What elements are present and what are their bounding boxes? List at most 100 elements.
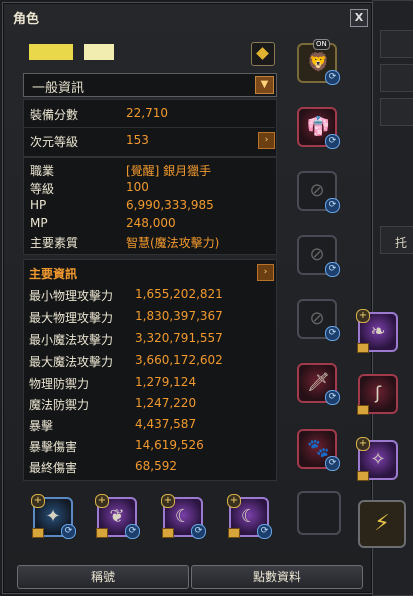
swap-icon[interactable]: ⟳	[325, 262, 340, 277]
stat-value: 1,830,397,367	[135, 309, 223, 323]
right-tab-1[interactable]	[380, 30, 413, 58]
stat-value: 14,619,526	[135, 438, 204, 452]
stat-label: HP	[30, 198, 47, 212]
equipment-slot-weapon[interactable]: 🗡 ⟳	[297, 363, 340, 405]
stat-value: 3,320,791,557	[135, 331, 223, 345]
swap-icon[interactable]: ⟳	[325, 390, 340, 405]
info-dropdown[interactable]: 一般資訊 ▼	[23, 73, 277, 97]
plus-icon[interactable]: +	[356, 309, 370, 323]
chest-icon	[357, 471, 369, 481]
stat-value: 4,437,587	[135, 417, 197, 431]
stat-label: MP	[30, 216, 48, 230]
equipment-slot-chest[interactable]: 👘 ⟳	[297, 107, 340, 149]
swap-icon[interactable]: ⟳	[325, 326, 340, 341]
swap-icon[interactable]: ⟳	[325, 456, 340, 471]
stat-row: 最小物理攻擊力 1,655,202,821	[29, 285, 269, 305]
right-tab-2[interactable]	[380, 64, 413, 92]
swap-icon[interactable]: ⟳	[257, 524, 272, 539]
stat-value: 1,247,220	[135, 396, 197, 410]
stat-value: 153	[126, 133, 149, 147]
paw-icon: 🐾	[307, 438, 330, 459]
equipment-slot-gloves[interactable]: ⊘ ⟳	[297, 235, 340, 277]
chest-icon	[96, 528, 108, 538]
ring-icon: ☾	[174, 506, 192, 527]
plus-icon[interactable]: +	[161, 494, 175, 508]
stat-label: 暴擊傷害	[29, 440, 78, 454]
armor-icon: 👘	[307, 116, 330, 137]
empty-slot-icon: ⊘	[309, 244, 325, 265]
stat-label: 最大物理攻擊力	[29, 311, 114, 325]
dropdown-label: 一般資訊	[32, 81, 85, 96]
dimension-detail-arrow[interactable]: ›	[258, 132, 275, 149]
plus-icon[interactable]: +	[31, 494, 45, 508]
title-button[interactable]: 稱號	[17, 565, 189, 589]
on-badge: ON	[313, 39, 330, 50]
swap-icon[interactable]: ⟳	[325, 70, 340, 85]
accessory-slot-necklace[interactable]: ✦ + ⟳	[31, 494, 76, 539]
tail-icon: ʃ	[374, 383, 382, 404]
right-tab-3[interactable]	[380, 98, 413, 126]
lightning-icon: ⚡	[374, 511, 390, 536]
stat-label: 次元等級	[30, 135, 79, 149]
stat-row: 最大物理攻擊力 1,830,397,367	[29, 307, 269, 327]
chest-icon	[357, 405, 369, 415]
accessory-slot-ring-2[interactable]: ☾ + ⟳	[227, 494, 272, 539]
stat-label: 魔法防禦力	[29, 398, 90, 412]
stat-row: 職業 [覺醒] 銀月獵手	[30, 160, 270, 180]
basic-info-panel: 職業 [覺醒] 銀月獵手 等級 100 HP 6,990,333,985 MP …	[23, 157, 277, 255]
right-tab-label: 托	[395, 236, 408, 250]
stat-row-equip-score: 裝備分數 22,710	[30, 104, 270, 124]
lightning-skill-slot[interactable]: ⚡	[358, 500, 406, 548]
stat-value: 248,000	[126, 216, 176, 230]
points-data-button[interactable]: 點數資料	[191, 565, 363, 589]
chest-icon	[228, 528, 240, 538]
chevron-down-icon[interactable]: ▼	[255, 76, 274, 94]
diamond-button[interactable]	[251, 42, 275, 66]
stat-row: 主要素質 智慧(魔法攻擊力)	[30, 232, 270, 252]
equipment-slot-head[interactable]: 🦁 ON ⟳	[297, 39, 340, 85]
chest-icon	[32, 528, 44, 538]
character-name	[29, 41, 120, 60]
plus-icon[interactable]: +	[227, 494, 241, 508]
stat-value: 6,990,333,985	[126, 198, 214, 212]
stat-row-dimension-level: 次元等級 153	[30, 131, 270, 151]
earring-icon: ❦	[109, 506, 125, 527]
equipment-slot-legs[interactable]: ⊘ ⟳	[297, 171, 340, 213]
stat-value: 100	[126, 180, 149, 194]
accessory-slot-ring-1[interactable]: ☾ + ⟳	[161, 494, 206, 539]
stat-label: 物理防禦力	[29, 377, 90, 391]
name-redacted-block	[84, 43, 115, 60]
accessory-slot-earring[interactable]: ❦ + ⟳	[95, 494, 140, 539]
section-title: 主要資訊	[29, 267, 78, 281]
emblem-icon: ✧	[370, 449, 386, 470]
swap-icon[interactable]: ⟳	[191, 524, 206, 539]
stat-row: 暴擊 4,437,587	[29, 415, 269, 435]
stat-label: 暴擊	[29, 419, 54, 433]
costume-slot-wings[interactable]: ❧ +	[356, 309, 398, 353]
equipment-slot-empty[interactable]	[297, 491, 341, 535]
costume-slot-tail[interactable]: ʃ	[357, 374, 398, 415]
title-bar[interactable]: 角色 X	[3, 3, 372, 29]
plus-icon[interactable]: +	[95, 494, 109, 508]
swap-icon[interactable]: ⟳	[325, 134, 340, 149]
stat-value: 68,592	[135, 459, 177, 473]
stat-row: 最大魔法攻擊力 3,660,172,602	[29, 351, 269, 371]
swap-icon[interactable]: ⟳	[325, 198, 340, 213]
ring-icon: ☾	[240, 506, 258, 527]
stat-row: MP 248,000	[30, 214, 270, 234]
stat-label: 最小魔法攻擊力	[29, 333, 114, 347]
equipment-slot-boots[interactable]: ⊘ ⟳	[297, 299, 340, 341]
swap-icon[interactable]: ⟳	[125, 524, 140, 539]
swap-icon[interactable]: ⟳	[61, 524, 76, 539]
summary-panel: 裝備分數 22,710 次元等級 153 ›	[23, 99, 277, 157]
character-window: 角色 X 一般資訊 ▼ 裝備分數 22,710 次元等級 153 › 職業 [覺…	[2, 2, 373, 594]
stat-row: 等級 100	[30, 178, 270, 198]
empty-slot-icon: ⊘	[309, 180, 325, 201]
stat-label: 最終傷害	[29, 461, 78, 475]
costume-slot-emblem[interactable]: ✧ +	[356, 437, 398, 481]
plus-icon[interactable]: +	[356, 437, 370, 451]
main-info-detail-arrow[interactable]: ›	[257, 264, 274, 281]
close-button[interactable]: X	[350, 9, 368, 27]
stat-value: 3,660,172,602	[135, 353, 223, 367]
equipment-slot-pet[interactable]: 🐾 ⟳	[297, 429, 340, 471]
